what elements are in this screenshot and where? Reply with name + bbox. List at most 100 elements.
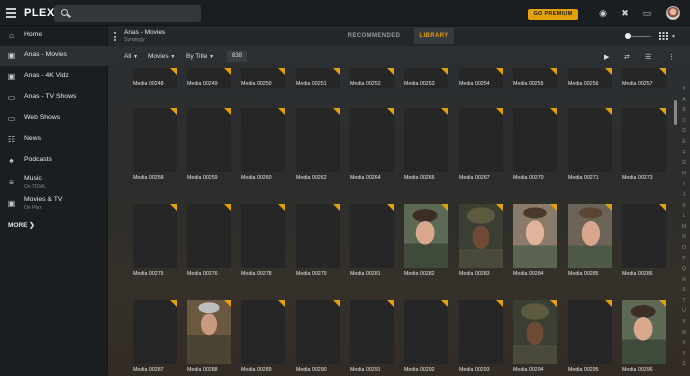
scrollbar-thumb[interactable]: [674, 100, 677, 125]
cast-icon[interactable]: ▭: [642, 8, 652, 18]
filter-all[interactable]: All ▼: [124, 53, 138, 60]
movie-poster[interactable]: [568, 108, 612, 172]
plex-logo[interactable]: PLEX: [24, 7, 55, 19]
movie-title[interactable]: Media 00266: [404, 175, 435, 181]
movie-poster[interactable]: [296, 108, 340, 172]
sidebar-item[interactable]: ≡ Music On TIDAL: [0, 173, 108, 193]
movie-poster[interactable]: [568, 300, 612, 364]
movie-title[interactable]: Media 00290: [296, 367, 327, 373]
sidebar-item[interactable]: ▣ Movies & TV On Plex: [0, 194, 108, 214]
filter-type[interactable]: Movies ▼: [148, 53, 175, 60]
movie-poster[interactable]: [459, 300, 503, 364]
alphabet-jump-letter[interactable]: G: [680, 158, 688, 169]
sidebar-item[interactable]: ▭ Web Shows: [0, 109, 108, 129]
alphabet-jump-letter[interactable]: X: [680, 338, 688, 349]
alphabet-jump-letter[interactable]: V: [680, 317, 688, 328]
movie-poster[interactable]: [568, 204, 612, 268]
alphabet-jump-letter[interactable]: D: [680, 126, 688, 137]
alphabet-jump-letter[interactable]: R: [680, 275, 688, 286]
movie-title[interactable]: Media 00286: [622, 271, 653, 277]
movie-title[interactable]: Media 00279: [296, 271, 327, 277]
movie-title[interactable]: Media 00283: [459, 271, 490, 277]
tab-library[interactable]: LIBRARY: [414, 28, 454, 44]
movie-title[interactable]: Media 00251: [296, 81, 327, 87]
movie-poster[interactable]: [187, 300, 231, 364]
alphabet-jump-letter[interactable]: F: [680, 148, 688, 159]
movie-title[interactable]: Media 00258: [133, 175, 164, 181]
movie-title[interactable]: Media 00253: [404, 81, 435, 87]
alphabet-jump-letter[interactable]: W: [680, 328, 688, 339]
alphabet-jump-letter[interactable]: P: [680, 254, 688, 265]
alphabet-jump-letter[interactable]: I: [680, 179, 688, 190]
movie-title[interactable]: Media 00288: [187, 367, 218, 373]
movie-title[interactable]: Media 00255: [513, 81, 544, 87]
alphabet-jump-letter[interactable]: N: [680, 232, 688, 243]
alphabet-jump-letter[interactable]: A: [680, 95, 688, 106]
movie-title[interactable]: Media 00248: [133, 81, 164, 87]
movie-poster[interactable]: [187, 204, 231, 268]
movie-title[interactable]: Media 00291: [350, 367, 381, 373]
movie-title[interactable]: Media 00285: [568, 271, 599, 277]
movie-poster[interactable]: [513, 204, 557, 268]
movie-title[interactable]: Media 00254: [459, 81, 490, 87]
movie-poster[interactable]: [241, 108, 285, 172]
alphabet-jump-bar[interactable]: # A B C D E F G H I J K L M N O P Q R S T U V W X Y Z: [680, 84, 688, 370]
tab-recommended[interactable]: RECOMMENDED: [344, 28, 404, 44]
movie-poster[interactable]: [622, 108, 666, 172]
movie-poster[interactable]: [187, 108, 231, 172]
movie-poster[interactable]: [622, 300, 666, 364]
movie-poster[interactable]: [241, 204, 285, 268]
movie-title[interactable]: Media 00276: [187, 271, 218, 277]
movie-title[interactable]: Media 00250: [241, 81, 272, 87]
movie-poster[interactable]: [296, 204, 340, 268]
shuffle-icon[interactable]: ⇄: [624, 53, 630, 61]
sidebar-item[interactable]: ▣ Anas - Movies: [0, 46, 108, 66]
movie-title[interactable]: Media 00275: [133, 271, 164, 277]
alphabet-jump-letter[interactable]: T: [680, 296, 688, 307]
alphabet-jump-letter[interactable]: H: [680, 169, 688, 180]
movie-poster[interactable]: [350, 108, 394, 172]
library-options-icon[interactable]: [114, 32, 116, 43]
movie-title[interactable]: Media 00260: [241, 175, 272, 181]
user-avatar[interactable]: [666, 6, 680, 20]
movie-title[interactable]: Media 00278: [241, 271, 272, 277]
movie-poster[interactable]: [133, 108, 177, 172]
view-dropdown-caret-icon[interactable]: ▼: [671, 34, 676, 40]
movie-poster[interactable]: [133, 300, 177, 364]
movie-title[interactable]: Media 00281: [350, 271, 381, 277]
search-input[interactable]: [54, 5, 201, 22]
more-link[interactable]: MORE ❯: [8, 221, 35, 229]
movie-poster[interactable]: [404, 204, 448, 268]
movie-title[interactable]: Media 00292: [404, 367, 435, 373]
movie-title[interactable]: Media 00273: [622, 175, 653, 181]
alphabet-jump-letter[interactable]: Q: [680, 264, 688, 275]
movie-poster[interactable]: [459, 108, 503, 172]
movie-title[interactable]: Media 00259: [187, 175, 218, 181]
movie-poster[interactable]: [241, 300, 285, 364]
movie-title[interactable]: Media 00284: [513, 271, 544, 277]
sort-by-title[interactable]: By Title ▼: [186, 53, 214, 60]
movie-poster[interactable]: [622, 204, 666, 268]
settings-tools-icon[interactable]: ✖: [620, 8, 630, 18]
movie-title[interactable]: Media 00252: [350, 81, 381, 87]
sidebar-item[interactable]: ⌂ Home: [0, 26, 108, 46]
alphabet-jump-letter[interactable]: J: [680, 190, 688, 201]
movie-poster[interactable]: [404, 300, 448, 364]
more-options-icon[interactable]: ⋮: [668, 53, 675, 61]
movie-poster[interactable]: [459, 204, 503, 268]
sidebar-item[interactable]: ☷ News: [0, 130, 108, 150]
movie-title[interactable]: Media 00294: [513, 367, 544, 373]
movie-poster[interactable]: [513, 300, 557, 364]
movie-poster[interactable]: [133, 204, 177, 268]
movie-title[interactable]: Media 00295: [568, 367, 599, 373]
alphabet-jump-letter[interactable]: S: [680, 285, 688, 296]
movie-title[interactable]: Media 00287: [133, 367, 164, 373]
sidebar-item[interactable]: ▭ Anas - TV Shows: [0, 88, 108, 108]
alphabet-jump-letter[interactable]: M: [680, 222, 688, 233]
alphabet-jump-letter[interactable]: #: [680, 84, 688, 95]
sidebar-item[interactable]: ♠ Podcasts: [0, 151, 108, 171]
movie-title[interactable]: Media 00271: [568, 175, 599, 181]
hamburger-menu-icon[interactable]: [6, 8, 16, 20]
movie-title[interactable]: Media 00270: [513, 175, 544, 181]
alphabet-jump-letter[interactable]: E: [680, 137, 688, 148]
